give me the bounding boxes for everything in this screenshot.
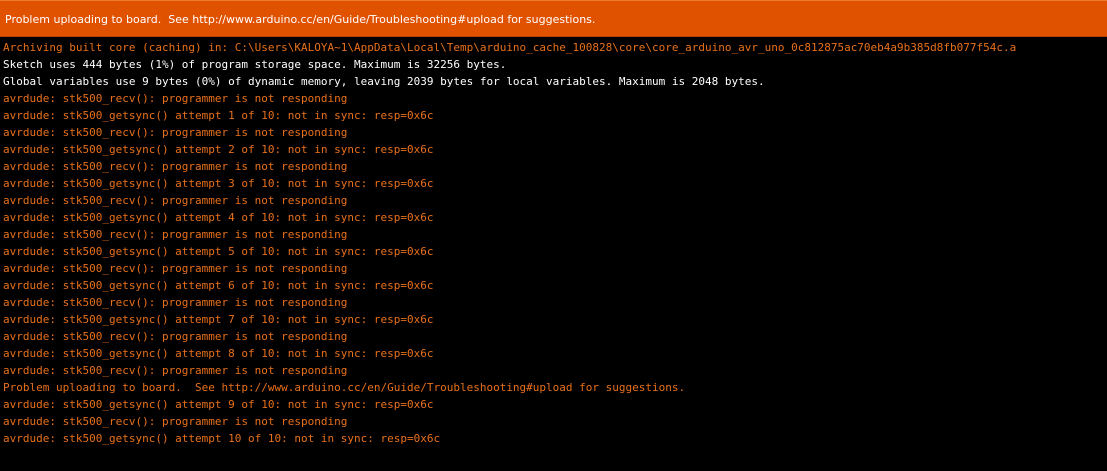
- console-lines: Archiving built core (caching) in: C:\Us…: [3, 39, 1016, 447]
- console-line: Global variables use 9 bytes (0%) of dyn…: [3, 75, 765, 88]
- console-line: avrdude: stk500_recv(): programmer is no…: [3, 364, 348, 377]
- console-line: avrdude: stk500_getsync() attempt 5 of 1…: [3, 245, 434, 258]
- console-line: avrdude: stk500_recv(): programmer is no…: [3, 415, 348, 428]
- console-line: avrdude: stk500_getsync() attempt 7 of 1…: [3, 313, 434, 326]
- status-message: Problem uploading to board. See http://w…: [5, 13, 596, 26]
- console-line: avrdude: stk500_recv(): programmer is no…: [3, 126, 348, 139]
- console-line: avrdude: stk500_recv(): programmer is no…: [3, 296, 348, 309]
- console-line: avrdude: stk500_getsync() attempt 10 of …: [3, 432, 441, 445]
- console-line: avrdude: stk500_recv(): programmer is no…: [3, 92, 348, 105]
- console-line: Sketch uses 444 bytes (1%) of program st…: [3, 58, 507, 71]
- console-line: Archiving built core (caching) in: C:\Us…: [3, 41, 1017, 54]
- console-line: avrdude: stk500_getsync() attempt 1 of 1…: [3, 109, 434, 122]
- console-line: avrdude: stk500_recv(): programmer is no…: [3, 228, 348, 241]
- status-bar: Problem uploading to board. See http://w…: [0, 0, 1107, 37]
- console-line: avrdude: stk500_recv(): programmer is no…: [3, 160, 348, 173]
- console-line: avrdude: stk500_recv(): programmer is no…: [3, 262, 348, 275]
- console-line: avrdude: stk500_getsync() attempt 3 of 1…: [3, 177, 434, 190]
- console-line: avrdude: stk500_getsync() attempt 2 of 1…: [3, 143, 434, 156]
- console-line: avrdude: stk500_getsync() attempt 4 of 1…: [3, 211, 434, 224]
- console-line: avrdude: stk500_getsync() attempt 9 of 1…: [3, 398, 434, 411]
- console-line: avrdude: stk500_recv(): programmer is no…: [3, 194, 348, 207]
- console-line: avrdude: stk500_getsync() attempt 8 of 1…: [3, 347, 434, 360]
- console-line: avrdude: stk500_recv(): programmer is no…: [3, 330, 348, 343]
- console-line: Problem uploading to board. See http://w…: [3, 381, 686, 394]
- console-output[interactable]: Archiving built core (caching) in: C:\Us…: [0, 37, 1107, 471]
- console-line: avrdude: stk500_getsync() attempt 6 of 1…: [3, 279, 434, 292]
